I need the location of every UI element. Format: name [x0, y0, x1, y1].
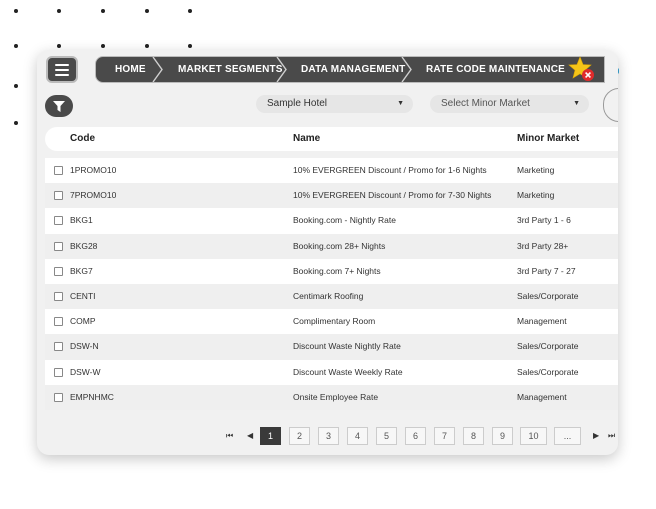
cell-code: BKG28 — [70, 240, 98, 251]
hotel-select[interactable]: Sample Hotel ▼ — [256, 95, 413, 113]
cell-code: COMP — [70, 316, 96, 327]
column-header-name[interactable]: Name — [293, 127, 320, 151]
row-checkbox[interactable] — [54, 191, 63, 201]
cell-minor-market: Marketing — [517, 190, 555, 201]
table-row[interactable]: BKG7 Booking.com 7+ Nights 3rd Party 7 -… — [45, 258, 618, 284]
page-button-more[interactable]: ... — [554, 427, 581, 445]
page-button-4[interactable]: 4 — [347, 427, 368, 445]
column-header-minor-market[interactable]: Minor Market — [517, 127, 579, 151]
cell-minor-market: 3rd Party 28+ — [517, 240, 569, 251]
cell-name: Discount Waste Weekly Rate — [293, 366, 403, 377]
breadcrumb: HOME MARKET SEGMENTS DATA MANAGEMENT RAT… — [95, 56, 605, 83]
cell-code: EMPNHMC — [70, 391, 114, 402]
page-button-8[interactable]: 8 — [463, 427, 484, 445]
page-button-9[interactable]: 9 — [492, 427, 513, 445]
prev-page-icon[interactable]: ◀ — [247, 427, 253, 445]
cell-name: Centimark Roofing — [293, 290, 364, 301]
row-checkbox[interactable] — [54, 367, 63, 377]
chevron-down-icon: ▼ — [397, 100, 404, 107]
pagination: ⏮ ◀ 1 2 3 4 5 6 7 8 9 10 ... ▶ ⏭ — [214, 420, 618, 452]
minor-market-select[interactable]: Select Minor Market ▼ — [430, 95, 589, 113]
cell-code: CENTI — [70, 290, 96, 301]
table-row[interactable]: BKG28 Booking.com 28+ Nights 3rd Party 2… — [45, 233, 618, 259]
filter-button[interactable] — [45, 95, 73, 117]
row-checkbox[interactable] — [54, 241, 63, 251]
table-row[interactable]: COMP Complimentary Room Management — [45, 309, 618, 335]
cell-name: Booking.com 7+ Nights — [293, 265, 381, 276]
cell-code: 1PROMO10 — [70, 165, 117, 175]
cell-minor-market: Management — [517, 316, 567, 327]
cell-code: BKG1 — [70, 215, 93, 226]
row-checkbox[interactable] — [54, 166, 63, 175]
cell-name: 10% EVERGREEN Discount / Promo for 7-30 … — [293, 190, 492, 201]
breadcrumb-data-management[interactable]: DATA MANAGEMENT — [301, 57, 405, 82]
page-button-1[interactable]: 1 — [260, 427, 281, 445]
app-window: HOME MARKET SEGMENTS DATA MANAGEMENT RAT… — [37, 50, 618, 455]
cell-minor-market: Management — [517, 391, 567, 402]
cell-name: Booking.com 28+ Nights — [293, 240, 386, 251]
page-button-3[interactable]: 3 — [318, 427, 339, 445]
cell-minor-market: 3rd Party 1 - 6 — [517, 215, 571, 226]
first-page-icon[interactable]: ⏮ — [226, 427, 233, 445]
cell-code: DSW-N — [70, 341, 99, 352]
menu-button[interactable] — [46, 56, 78, 83]
table-header: Code Name Minor Market — [45, 127, 618, 151]
rate-code-table: Code Name Minor Market 1PROMO10 10% EVER… — [45, 127, 618, 410]
breadcrumb-market-segments[interactable]: MARKET SEGMENTS — [178, 57, 283, 82]
minor-market-placeholder: Select Minor Market — [441, 98, 530, 109]
cell-minor-market: Sales/Corporate — [517, 290, 579, 301]
hotel-select-value: Sample Hotel — [267, 98, 328, 109]
column-header-code[interactable]: Code — [70, 127, 95, 151]
funnel-icon — [53, 100, 65, 112]
last-page-icon[interactable]: ⏭ — [608, 427, 615, 445]
search-field-edge[interactable] — [603, 88, 618, 122]
table-body: 1PROMO10 10% EVERGREEN Discount / Promo … — [45, 158, 618, 410]
table-row[interactable]: 1PROMO10 10% EVERGREEN Discount / Promo … — [45, 158, 618, 184]
breadcrumb-separator-icon — [401, 57, 412, 82]
favorite-star-icon[interactable] — [568, 55, 596, 83]
table-row[interactable]: DSW-N Discount Waste Nightly Rate Sales/… — [45, 334, 618, 360]
row-checkbox[interactable] — [54, 342, 63, 352]
breadcrumb-rate-code-maintenance[interactable]: RATE CODE MAINTENANCE — [426, 57, 565, 82]
cell-name: Complimentary Room — [293, 316, 376, 327]
next-page-icon[interactable]: ▶ — [593, 427, 599, 445]
table-row[interactable]: 7PROMO10 10% EVERGREEN Discount / Promo … — [45, 183, 618, 209]
page-button-5[interactable]: 5 — [376, 427, 397, 445]
table-row[interactable]: EMPNHMC Onsite Employee Rate Management — [45, 384, 618, 410]
cell-name: Booking.com - Nightly Rate — [293, 215, 396, 226]
cell-minor-market: Sales/Corporate — [517, 366, 579, 377]
hamburger-icon — [55, 63, 69, 66]
page-button-10[interactable]: 10 — [520, 427, 547, 445]
table-row[interactable]: DSW-W Discount Waste Weekly Rate Sales/C… — [45, 359, 618, 385]
page-button-2[interactable]: 2 — [289, 427, 310, 445]
breadcrumb-separator-icon — [276, 57, 287, 82]
chevron-down-icon: ▼ — [573, 100, 580, 107]
cell-name: 10% EVERGREEN Discount / Promo for 1-6 N… — [293, 165, 487, 175]
row-checkbox[interactable] — [54, 392, 63, 402]
cell-minor-market: 3rd Party 7 - 27 — [517, 265, 576, 276]
row-checkbox[interactable] — [54, 291, 63, 301]
breadcrumb-separator-icon — [152, 57, 163, 82]
page-button-7[interactable]: 7 — [434, 427, 455, 445]
cell-name: Discount Waste Nightly Rate — [293, 341, 401, 352]
row-checkbox[interactable] — [54, 317, 63, 327]
cell-name: Onsite Employee Rate — [293, 391, 379, 402]
cell-minor-market: Marketing — [517, 165, 555, 175]
cell-minor-market: Sales/Corporate — [517, 341, 579, 352]
cell-code: DSW-W — [70, 366, 101, 377]
table-row[interactable]: BKG1 Booking.com - Nightly Rate 3rd Part… — [45, 208, 618, 234]
breadcrumb-home[interactable]: HOME — [115, 57, 146, 82]
cell-code: 7PROMO10 — [70, 190, 117, 201]
cell-code: BKG7 — [70, 265, 93, 276]
table-row[interactable]: CENTI Centimark Roofing Sales/Corporate — [45, 283, 618, 310]
row-checkbox[interactable] — [54, 266, 63, 276]
page-button-6[interactable]: 6 — [405, 427, 426, 445]
row-checkbox[interactable] — [54, 216, 63, 226]
